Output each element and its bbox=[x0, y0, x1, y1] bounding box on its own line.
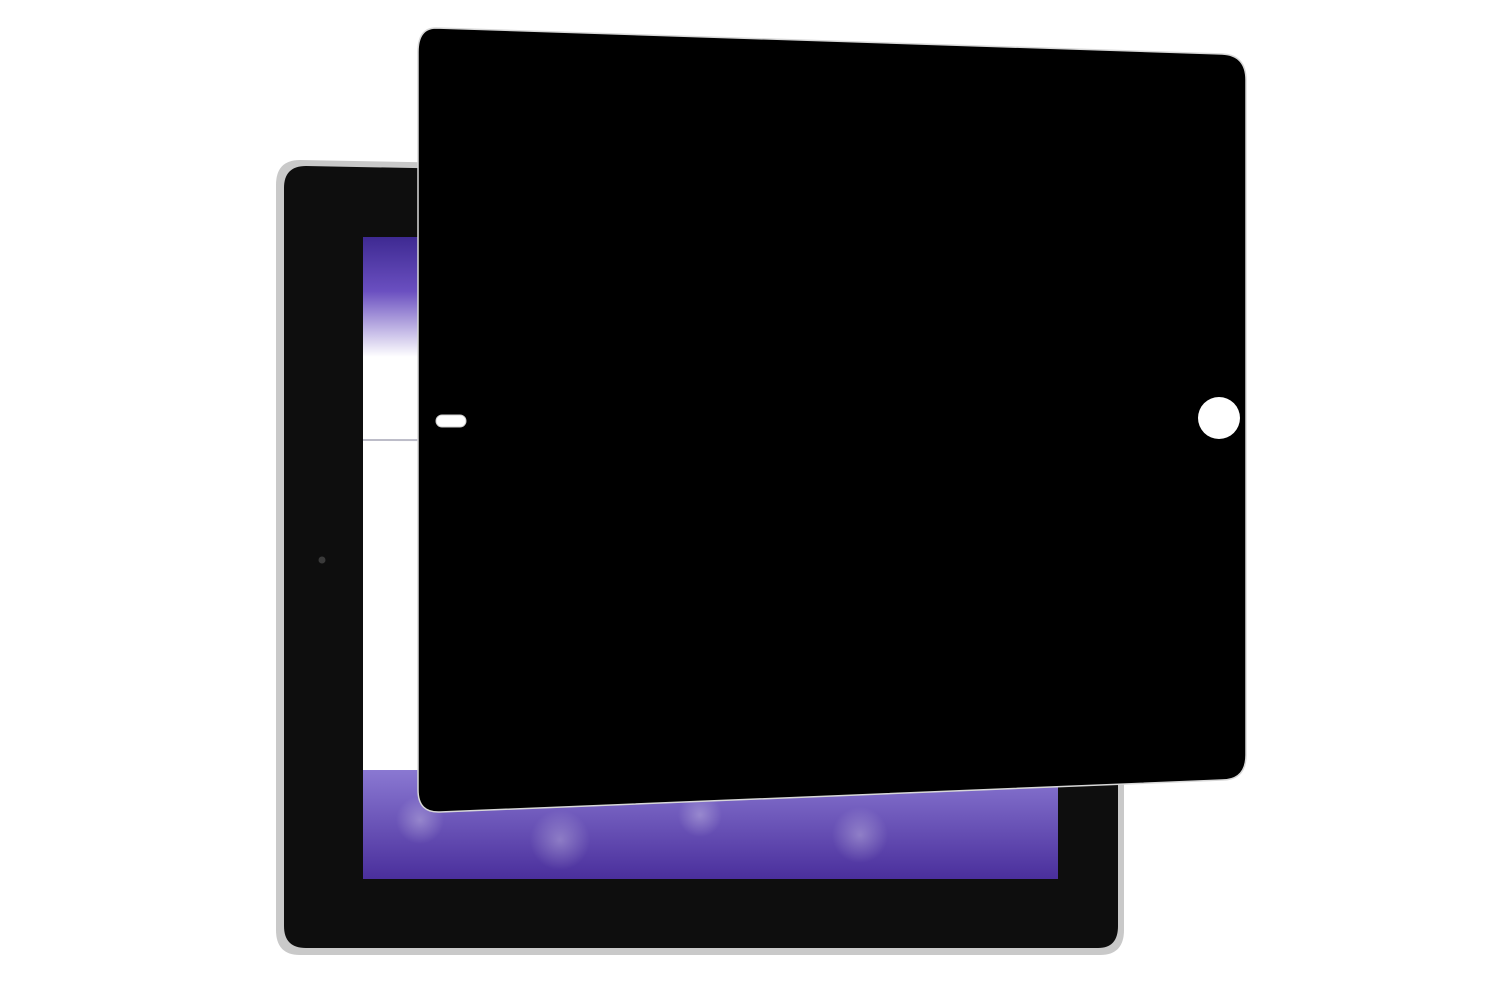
screen-divider bbox=[362, 439, 901, 442]
camera-icon bbox=[318, 556, 326, 564]
login-button-label: Login bbox=[511, 674, 571, 696]
user-id-label: User ID: bbox=[500, 472, 568, 492]
login-title: Login bbox=[498, 380, 619, 424]
password-label: Password: bbox=[500, 569, 586, 589]
chevron-right-icon: ❯ bbox=[575, 675, 589, 695]
tablet bbox=[276, 160, 1124, 955]
password-input[interactable]: ●●●●●●●● bbox=[500, 595, 920, 637]
login-button[interactable]: Login ❯ bbox=[500, 665, 600, 705]
user-id-input[interactable]: alexsmith bbox=[500, 498, 920, 540]
